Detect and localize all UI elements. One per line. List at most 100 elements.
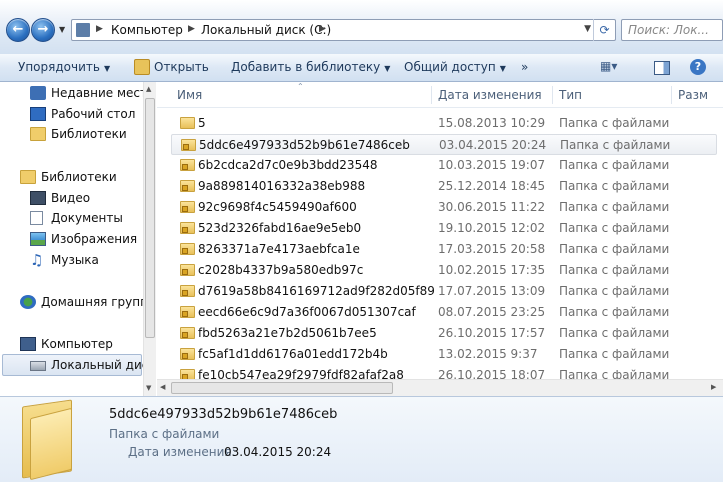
column-type[interactable]: Тип [559, 88, 582, 102]
file-row[interactable]: 9a889814016332a38eb988 25.12.2014 18:45 Па… [171, 176, 717, 197]
scroll-left-icon[interactable]: ◀ [160, 383, 165, 391]
locked-folder-icon [180, 243, 195, 255]
libraries-icon [30, 127, 46, 141]
file-date: 17.07.2015 13:09 [438, 284, 546, 298]
file-name: 8263371a7e4173aebfca1e [198, 242, 360, 256]
file-type: Папка с файлами [559, 221, 670, 235]
locked-folder-icon [180, 222, 195, 234]
file-row[interactable]: 5 15.08.2013 10:29 Папка с файлами [171, 113, 717, 134]
column-name[interactable]: Имя [177, 88, 202, 102]
file-name: d7619a58b8416169712ad9f282d05f89 [198, 284, 435, 298]
open-button[interactable]: Открыть [154, 60, 209, 74]
file-date: 26.10.2015 18:07 [438, 368, 546, 379]
organize-button[interactable]: Упорядочить ▼ [18, 60, 110, 74]
locked-folder-icon [180, 348, 195, 360]
column-date[interactable]: Дата изменения [438, 88, 542, 102]
file-row[interactable]: eecd66e6c9d7a36f0067d051307caf 08.07.2015… [171, 302, 717, 323]
pictures-icon [30, 232, 46, 246]
locked-folder-icon [180, 306, 195, 318]
file-type: Папка с файлами [559, 326, 670, 340]
file-row[interactable]: c2028b4337b9a580edb97c 10.02.2015 17:35 Па… [171, 260, 717, 281]
share-label: Общий доступ [404, 60, 496, 74]
locked-folder-icon [180, 180, 195, 192]
add-to-library-label: Добавить в библиотеку [231, 60, 381, 74]
column-divider[interactable] [671, 86, 672, 104]
file-date: 08.07.2015 23:25 [438, 305, 546, 319]
column-size[interactable]: Разм [678, 88, 708, 102]
locked-folder-icon [181, 139, 196, 151]
file-name: fc5af1d1dd6176a01edd172b4b [198, 347, 388, 361]
column-divider[interactable] [552, 86, 553, 104]
lock-icon [182, 206, 188, 212]
libraries-icon [20, 170, 36, 184]
back-button[interactable]: ← [6, 18, 30, 42]
folder-icon [180, 117, 195, 129]
file-type: Папка с файлами [559, 200, 670, 214]
file-row[interactable]: 523d2326fabd16ae9e5eb0 19.10.2015 12:02 Па… [171, 218, 717, 239]
nav-item-label: Библиотеки [41, 170, 117, 184]
file-row[interactable]: d7619a58b8416169712ad9f282d05f89 17.07.20… [171, 281, 717, 302]
file-row[interactable]: fe10cb547ea29f2979fdf82afaf2a8 26.10.2015… [171, 365, 717, 379]
chevron-right-icon[interactable]: ▶ [188, 24, 195, 34]
more-commands-button[interactable]: » [521, 60, 528, 74]
file-name: 5 [198, 116, 206, 130]
chevron-right-icon[interactable]: ▶ [96, 24, 103, 34]
file-row-selected[interactable]: 5ddc6e497933d52b9b61e7486ceb 03.04.2015 2… [171, 134, 717, 155]
file-type: Папка с файлами [559, 242, 670, 256]
file-row[interactable]: 92c9698f4c5459490af600 30.06.2015 11:22 Па… [171, 197, 717, 218]
breadcrumb-computer[interactable]: Компьютер [111, 23, 183, 37]
lock-icon [182, 185, 188, 191]
nav-scroll-thumb[interactable] [145, 98, 155, 338]
nav-item-label: Изображения [51, 232, 138, 246]
column-divider[interactable] [431, 86, 432, 104]
file-type: Папка с файлами [559, 368, 670, 379]
chevron-down-icon: ▼ [384, 64, 391, 73]
preview-pane-icon[interactable] [654, 61, 670, 75]
horizontal-scrollbar[interactable]: ◀ ▶ [157, 379, 723, 396]
change-view-icon[interactable]: ▦▾ [600, 59, 618, 75]
nav-item-label: Документы [51, 211, 123, 225]
locked-folder-icon [180, 369, 195, 379]
nav-item-label: Недавние места [51, 86, 155, 100]
address-input[interactable]: ▶ Компьютер ▶ Локальный диск (C:) ▶ ▼ ⟳ [71, 19, 616, 41]
nav-item-label: Локальный диск [51, 358, 156, 372]
file-date: 10.03.2015 19:07 [438, 158, 546, 172]
file-date: 10.02.2015 17:35 [438, 263, 546, 277]
computer-icon [20, 337, 36, 351]
nav-item-label: Музыка [51, 253, 99, 267]
file-date: 03.04.2015 20:24 [439, 138, 547, 152]
forward-button[interactable]: → [31, 18, 55, 42]
scroll-down-icon[interactable]: ▼ [146, 384, 151, 392]
file-date: 26.10.2015 17:57 [438, 326, 546, 340]
scroll-right-icon[interactable]: ▶ [711, 383, 716, 391]
file-row[interactable]: fbd5263a21e7b2d5061b7ee5 26.10.2015 17:57… [171, 323, 717, 344]
locked-folder-icon [180, 264, 195, 276]
scroll-up-icon[interactable]: ▲ [146, 85, 151, 93]
sort-ascending-icon: ⌃ [297, 82, 304, 91]
share-button[interactable]: Общий доступ ▼ [404, 60, 506, 74]
file-name: fe10cb547ea29f2979fdf82afaf2a8 [198, 368, 404, 379]
add-to-library-button[interactable]: Добавить в библиотеку ▼ [231, 60, 390, 74]
file-row[interactable]: fc5af1d1dd6176a01edd172b4b 13.02.2015 9:3… [171, 344, 717, 365]
details-date-value: 03.04.2015 20:24 [224, 445, 332, 459]
computer-icon [76, 23, 90, 37]
help-icon[interactable]: ? [690, 59, 706, 75]
address-bar-area: ← → ▼ ▶ Компьютер ▶ Локальный диск (C:) … [0, 0, 723, 54]
desktop-icon [30, 107, 46, 121]
breadcrumb-local-disk[interactable]: Локальный диск (C:) [201, 23, 331, 37]
locked-folder-icon [180, 285, 195, 297]
address-history-dropdown-icon[interactable]: ▼ [584, 24, 591, 34]
file-row[interactable]: 8263371a7e4173aebfca1e 17.03.2015 20:58 Па… [171, 239, 717, 260]
file-name: 9a889814016332a38eb988 [198, 179, 366, 193]
horizontal-scroll-thumb[interactable] [171, 382, 393, 394]
search-input[interactable]: Поиск: Лок... [621, 19, 723, 41]
recent-pages-dropdown-icon[interactable]: ▼ [59, 25, 65, 34]
refresh-icon[interactable]: ⟳ [593, 19, 615, 41]
chevron-right-icon[interactable]: ▶ [319, 24, 326, 34]
nav-scrollbar[interactable]: ▲ ▼ [143, 82, 156, 396]
nav-item-label: Видео [51, 191, 91, 205]
lock-icon [182, 269, 188, 275]
nav-item-label: Компьютер [41, 337, 113, 351]
file-row[interactable]: 6b2cdca2d7c0e9b3bdd23548 10.03.2015 19:07… [171, 155, 717, 176]
details-pane: 5ddc6e497933d52b9b61e7486ceb Папка с фай… [0, 396, 723, 482]
